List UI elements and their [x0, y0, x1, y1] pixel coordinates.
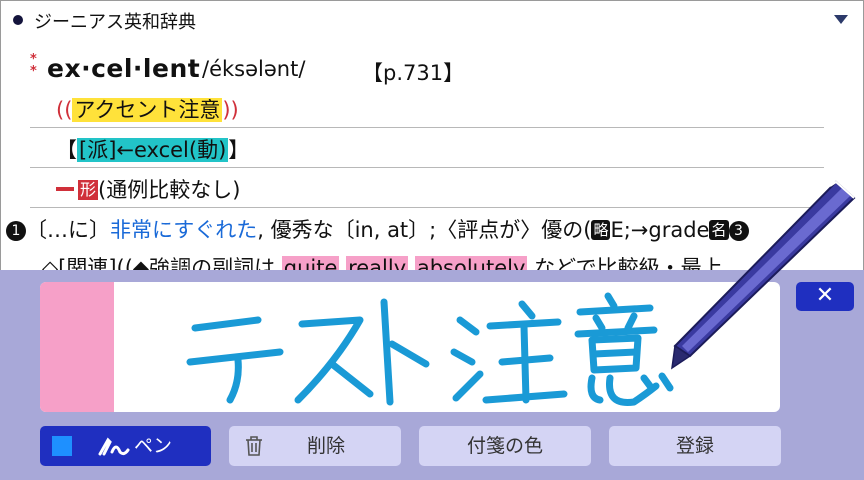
stylus-pen-icon	[671, 180, 856, 370]
